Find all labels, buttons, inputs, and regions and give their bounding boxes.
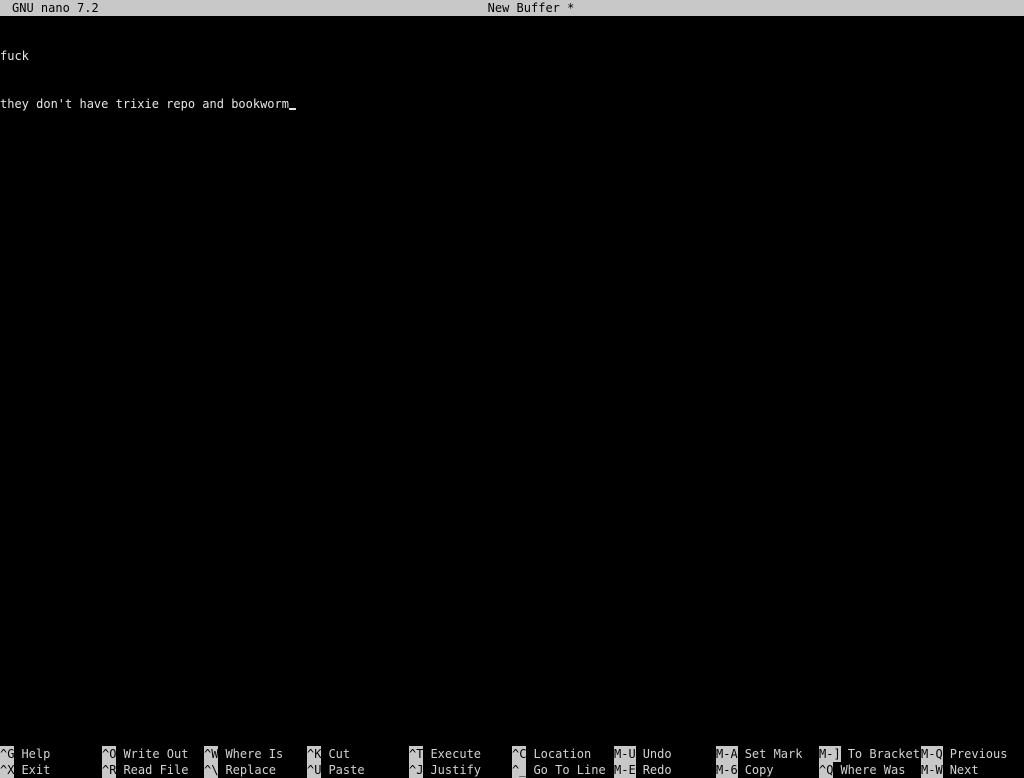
shortcut-key: M-Q <box>921 746 943 762</box>
shortcut-key: M-] <box>819 746 841 762</box>
shortcut-key: ^\ <box>204 762 219 778</box>
shortcut-label: Where Was <box>840 763 906 777</box>
shortcut-redo[interactable]: M-E Redo <box>614 762 672 778</box>
shortcut-key: ^O <box>102 746 117 762</box>
shortcut-key: ^W <box>204 746 219 762</box>
shortcut-justify[interactable]: ^J Justify <box>409 762 481 778</box>
shortcut-next[interactable]: M-W Next <box>921 762 979 778</box>
shortcut-label: To Bracket <box>847 747 920 761</box>
shortcut-go-to-line[interactable]: ^_ Go To Line <box>512 762 606 778</box>
shortcut-key: M-A <box>716 746 738 762</box>
shortcut-label: Go To Line <box>533 763 606 777</box>
shortcut-key: ^_ <box>512 762 527 778</box>
shortcut-label: Exit <box>21 763 51 777</box>
shortcut-label: Undo <box>642 747 672 761</box>
shortcut-key: ^U <box>307 762 322 778</box>
shortcut-label: Set Mark <box>744 747 803 761</box>
shortcut-key: M-U <box>614 746 636 762</box>
shortcut-exit[interactable]: ^X Exit <box>0 762 50 778</box>
shortcut-key: ^C <box>512 746 527 762</box>
shortcut-replace[interactable]: ^\ Replace <box>204 762 276 778</box>
shortcut-label: Help <box>21 747 51 761</box>
shortcut-set-mark[interactable]: M-A Set Mark <box>716 746 802 762</box>
shortcut-label: Location <box>533 747 592 761</box>
shortcut-label: Next <box>949 763 979 777</box>
shortcut-label: Redo <box>642 763 672 777</box>
shortcut-copy[interactable]: M-6 Copy <box>716 762 774 778</box>
editor-line-text: fuck <box>0 49 29 63</box>
shortcut-cut[interactable]: ^K Cut <box>307 746 350 762</box>
shortcut-location[interactable]: ^C Location <box>512 746 591 762</box>
shortcut-label: Previous <box>949 747 1008 761</box>
text-cursor <box>288 108 296 110</box>
shortcut-undo[interactable]: M-U Undo <box>614 746 672 762</box>
shortcut-label: Copy <box>744 763 774 777</box>
shortcut-key: M-W <box>921 762 943 778</box>
shortcut-bar: ^G Help ^O Write Out ^W Where Is ^K Cut ^T Ex… <box>0 746 1024 778</box>
shortcut-key: ^R <box>102 762 117 778</box>
shortcut-write-out[interactable]: ^O Write Out <box>102 746 188 762</box>
shortcut-label: Cut <box>328 747 351 761</box>
title-bar: GNU nano 7.2 New Buffer * <box>0 0 1024 16</box>
shortcut-help[interactable]: ^G Help <box>0 746 50 762</box>
shortcut-where-is[interactable]: ^W Where Is <box>204 746 283 762</box>
shortcut-execute[interactable]: ^T Execute <box>409 746 481 762</box>
editor-line[interactable]: fuck <box>0 48 1024 64</box>
shortcut-key: ^J <box>409 762 424 778</box>
shortcut-where-was[interactable]: ^Q Where Was <box>819 762 905 778</box>
shortcut-label: Where Is <box>225 747 284 761</box>
shortcut-label: Replace <box>225 763 277 777</box>
buffer-name: New Buffer * <box>487 1 575 15</box>
shortcut-previous[interactable]: M-Q Previous <box>921 746 1007 762</box>
shortcut-key: ^Q <box>819 762 834 778</box>
shortcut-label: Write Out <box>123 747 189 761</box>
shortcut-to-bracket[interactable]: M-] To Bracket <box>819 746 920 762</box>
shortcut-key: ^K <box>307 746 322 762</box>
shortcut-key: ^T <box>409 746 424 762</box>
shortcut-key: M-E <box>614 762 636 778</box>
shortcut-paste[interactable]: ^U Paste <box>307 762 365 778</box>
editor-line-text: they don't have trixie repo and bookworm <box>0 97 289 111</box>
shortcut-label: Execute <box>430 747 482 761</box>
shortcut-label: Read File <box>123 763 189 777</box>
shortcut-key: M-6 <box>716 762 738 778</box>
shortcut-label: Paste <box>328 763 365 777</box>
editor-line[interactable]: they don't have trixie repo and bookworm <box>0 96 1024 112</box>
shortcut-key: ^G <box>0 746 15 762</box>
text-editor-area[interactable]: fuck they don't have trixie repo and boo… <box>0 16 1024 744</box>
shortcut-label: Justify <box>430 763 482 777</box>
shortcut-key: ^X <box>0 762 15 778</box>
shortcut-read-file[interactable]: ^R Read File <box>102 762 188 778</box>
